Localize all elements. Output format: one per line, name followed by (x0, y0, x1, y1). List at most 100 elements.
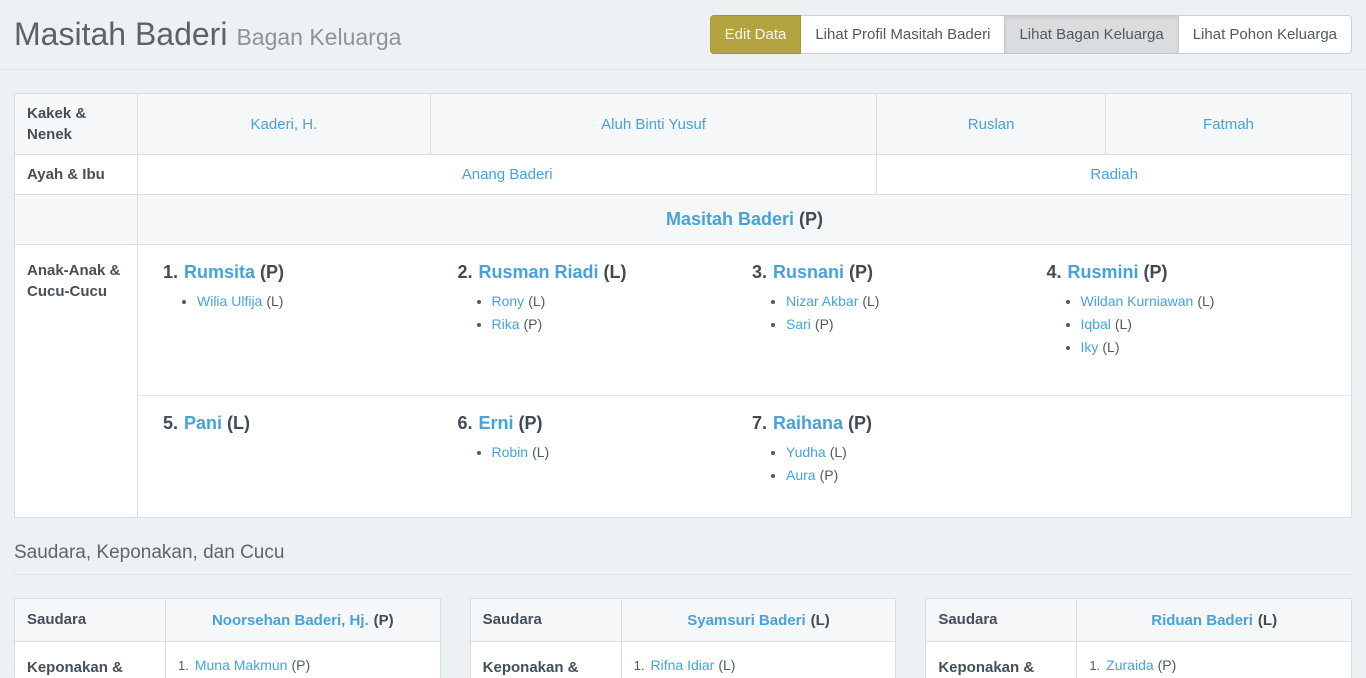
child-link[interactable]: Raihana (773, 413, 843, 433)
nephews-row: Keponakan & Cucu-Cucu 1.Rifna Idiar(L) S… (470, 642, 896, 678)
nephew-entry: 1.Zuraida(P) Andika Nugraha Rahman(L) (1089, 657, 1339, 678)
child-heading: 5. Pani(L) (163, 413, 458, 434)
nephews-cell: 1.Zuraida(P) Andika Nugraha Rahman(L) (1077, 642, 1352, 678)
grandchild-link[interactable]: Robin (492, 444, 529, 460)
grandchild-link[interactable]: Aura (786, 467, 816, 483)
nephews-label: Keponakan & Cucu-Cucu (926, 642, 1077, 678)
child-link[interactable]: Erni (479, 413, 514, 433)
view-family-chart-button[interactable]: Lihat Bagan Keluarga (1004, 15, 1178, 54)
parents-row: Ayah & Ibu Anang Baderi Radiah (15, 155, 1352, 195)
grandfather-paternal-link[interactable]: Kaderi, H. (251, 116, 318, 133)
nephew-number: 1. (1089, 658, 1100, 673)
view-profile-button[interactable]: Lihat Profil Masitah Baderi (800, 15, 1005, 54)
child-heading: 1. Rumsita(P) (163, 262, 458, 283)
nephew-link[interactable]: Rifna Idiar (651, 657, 715, 673)
nephews-label: Keponakan & Cucu-Cucu (470, 642, 621, 678)
child-entry: 3.Rusnani(P) Nizar Akbar(L) Sari(P) (752, 262, 1047, 381)
grandchildren-list: Wildan Kurniawan(L) Iqbal(L) Iky(L) (1047, 293, 1342, 355)
grandchild-link[interactable]: Iky (1081, 339, 1099, 355)
grandchild-item: Sari(P) (786, 316, 1047, 332)
child-link[interactable]: Rusnani (773, 262, 844, 282)
grandchild-link[interactable]: Wildan Kurniawan (1081, 293, 1194, 309)
child-heading: 2.Rusman Riadi(L) (458, 262, 753, 283)
nephew-entry: 1.Muna Makmun(P) Nafies Luthfi(L) (178, 657, 428, 678)
parents-label: Ayah & Ibu (15, 155, 138, 195)
gender-label: (L) (604, 262, 627, 282)
grandchild-link[interactable]: Iqbal (1081, 316, 1111, 332)
family-chart-table: Kakek & Nenek Kaderi, H. Aluh Binti Yusu… (14, 93, 1352, 518)
gender-label: (L) (227, 413, 250, 433)
grandchild-link[interactable]: Rika (492, 316, 520, 332)
grandchildren-list: Robin(L) (458, 444, 753, 460)
edit-data-button[interactable]: Edit Data (710, 15, 802, 54)
child-link[interactable]: Rumsita (184, 262, 255, 282)
nephews-row: Keponakan & Cucu-Cucu 1.Muna Makmun(P) N… (15, 642, 441, 678)
sibling-link[interactable]: Syamsuri Baderi (687, 612, 805, 629)
gender-label: (P) (849, 262, 873, 282)
person-name: Masitah Baderi (14, 16, 227, 52)
grandmother-maternal-link[interactable]: Fatmah (1203, 116, 1254, 133)
nephew-number: 1. (634, 658, 645, 673)
gender-label: (L) (811, 612, 830, 629)
father-link[interactable]: Anang Baderi (462, 166, 553, 183)
grandmother-paternal-link[interactable]: Aluh Binti Yusuf (601, 116, 706, 133)
nephews-cell: 1.Muna Makmun(P) Nafies Luthfi(L) (166, 642, 441, 678)
grandchild-link[interactable]: Wilia Ulfija (197, 293, 262, 309)
child-heading: 6.Erni(P) (458, 413, 753, 434)
grandchild-link[interactable]: Nizar Akbar (786, 293, 858, 309)
grandchild-link[interactable]: Sari (786, 316, 811, 332)
grandchildren-list: Yudha(L) Aura(P) (752, 444, 1047, 483)
grandchild-link[interactable]: Rony (492, 293, 525, 309)
child-link[interactable]: Rusmini (1068, 262, 1139, 282)
child-number: 1. (163, 262, 178, 282)
grandchildren-list: Rony(L) Rika(P) (458, 293, 753, 332)
gender-label: (L) (718, 657, 735, 673)
child-number: 6. (458, 413, 473, 433)
gender-label: (P) (291, 657, 310, 673)
nephew-link[interactable]: Muna Makmun (195, 657, 288, 673)
grandparents-row: Kakek & Nenek Kaderi, H. Aluh Binti Yusu… (15, 94, 1352, 155)
child-number: 3. (752, 262, 767, 282)
view-family-tree-button[interactable]: Lihat Pohon Keluarga (1178, 15, 1352, 54)
sibling-card: Saudara Noorsehan Baderi, Hj.(P) Keponak… (14, 598, 441, 678)
children-label: Anak-Anak & Cucu-Cucu (15, 245, 138, 518)
grandchild-item: Yudha(L) (786, 444, 1047, 460)
sibling-label: Saudara (470, 599, 621, 642)
child-number: 5. (163, 413, 178, 433)
gender-label: (P) (524, 316, 543, 332)
child-link[interactable]: Pani (184, 413, 222, 433)
gender-label: (L) (1115, 316, 1132, 332)
sibling-card: Saudara Syamsuri Baderi (L) Keponakan & C… (470, 598, 897, 678)
mother-link[interactable]: Radiah (1090, 166, 1138, 183)
child-number: 4. (1047, 262, 1062, 282)
nephew-entry: 1.Rifna Idiar(L) Sari Mardiah(P) (634, 657, 884, 678)
gender-label: (P) (820, 467, 839, 483)
child-entry: 2.Rusman Riadi(L) Rony(L) Rika(P) (458, 262, 753, 381)
self-row: Masitah Baderi(P) (15, 195, 1352, 245)
child-link[interactable]: Rusman Riadi (479, 262, 599, 282)
nephew-link[interactable]: Zuraida (1106, 657, 1153, 673)
sibling-header-row: Saudara Riduan Baderi(L) (926, 599, 1352, 642)
gender-label: (P) (848, 413, 872, 433)
gender-label: (L) (1258, 612, 1277, 629)
sibling-cards: Saudara Noorsehan Baderi, Hj. (P) Keponak… (14, 598, 1352, 678)
grandchildren-list: Wilia Ulfija(L) (163, 293, 458, 309)
child-entry: 1. Rumsita(P) Wilia Ulfija(L) (163, 262, 458, 381)
grandchild-item: Robin(L) (492, 444, 753, 460)
gender-label: (P) (260, 262, 284, 282)
grandchild-item: Rika(P) (492, 316, 753, 332)
page-title: Masitah BaderiBagan Keluarga (14, 16, 401, 53)
self-link[interactable]: Masitah Baderi (666, 209, 794, 229)
gender-label: (L) (1102, 339, 1119, 355)
gender-label: (P) (815, 316, 834, 332)
children-row: Anak-Anak & Cucu-Cucu 1.Rumsita(P) Wilia… (15, 245, 1352, 518)
siblings-section-heading: Saudara, Keponakan, dan Cucu (14, 542, 1352, 575)
toolbar-button-group: Edit Data Lihat Profil Masitah Baderi Li… (710, 15, 1352, 54)
gender-label: (L) (266, 293, 283, 309)
child-entry: 7.Raihana(P) Yudha(L) Aura(P) (752, 413, 1047, 503)
grandchild-link[interactable]: Yudha (786, 444, 826, 460)
sibling-link[interactable]: Noorsehan Baderi, Hj. (212, 612, 369, 629)
grandfather-maternal-link[interactable]: Ruslan (968, 116, 1015, 133)
children-cell: 1.Rumsita(P) Wilia Ulfija(L) 2.Rusman Ri… (138, 245, 1352, 518)
sibling-link[interactable]: Riduan Baderi (1151, 612, 1253, 629)
